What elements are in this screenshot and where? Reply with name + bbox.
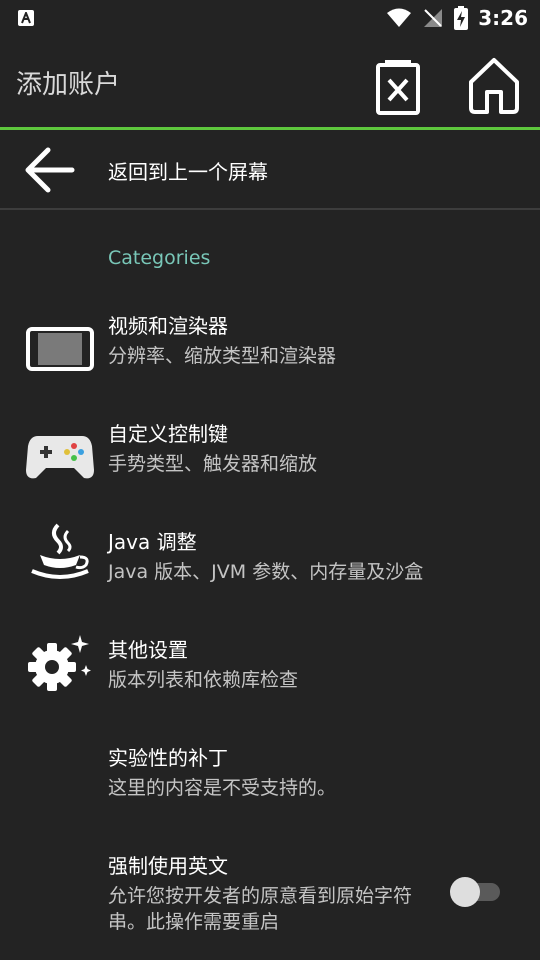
clock: 3:26 <box>478 6 528 30</box>
pref-summary: Java 版本、JVM 参数、内存量及沙盒 <box>108 561 424 583</box>
toggle-thumb <box>450 877 480 907</box>
home-button[interactable] <box>465 56 523 116</box>
back-row[interactable]: 返回到上一个屏幕 <box>0 130 540 210</box>
pref-summary: 分辨率、缩放类型和渲染器 <box>108 345 337 367</box>
pref-other-settings[interactable]: 其他设置 版本列表和依赖库检查 <box>0 635 540 733</box>
pref-java-tweaks[interactable]: Java 调整 Java 版本、JVM 参数、内存量及沙盒 <box>0 523 540 625</box>
pref-title: 其他设置 <box>108 638 188 662</box>
back-label: 返回到上一个屏幕 <box>108 160 268 184</box>
pref-summary: 版本列表和依赖库检查 <box>108 669 299 691</box>
wifi-icon <box>387 8 412 27</box>
pref-summary: 这里的内容是不受支持的。 <box>108 777 337 799</box>
pref-title: 视频和渲染器 <box>108 314 228 338</box>
status-bar: 3:26 <box>0 0 540 36</box>
pref-summary: 手势类型、触发器和缩放 <box>108 453 318 475</box>
pref-video-renderer[interactable]: 视频和渲染器 分辨率、缩放类型和渲染器 <box>0 313 540 409</box>
delete-button[interactable] <box>372 58 424 116</box>
pref-title: 自定义控制键 <box>108 422 228 446</box>
section-header: Categories <box>108 247 211 269</box>
notification-icon <box>18 10 34 26</box>
java-icon <box>31 523 89 579</box>
app-bar: 添加账户 <box>0 36 540 128</box>
arrow-back-icon <box>25 147 75 193</box>
force-english-toggle[interactable] <box>450 877 502 907</box>
gamepad-icon <box>26 436 94 479</box>
pref-title: Java 调整 <box>108 530 197 554</box>
home-icon <box>469 58 519 114</box>
delete-icon <box>376 60 420 115</box>
pref-title: 强制使用英文 <box>108 854 228 878</box>
pref-custom-controls[interactable]: 自定义控制键 手势类型、触发器和缩放 <box>0 421 540 517</box>
no-signal-icon <box>424 9 443 27</box>
pref-summary: 允许您按开发者的原意看到原始字符串。此操作需要重启 <box>108 885 413 933</box>
battery-charging-icon <box>454 6 469 30</box>
pref-experimental-patches[interactable]: 实验性的补丁 这里的内容是不受支持的。 <box>0 745 540 841</box>
settings-gear-icon <box>28 635 91 691</box>
display-icon <box>26 327 94 371</box>
page-title: 添加账户 <box>16 70 121 100</box>
pref-title: 实验性的补丁 <box>108 746 228 770</box>
